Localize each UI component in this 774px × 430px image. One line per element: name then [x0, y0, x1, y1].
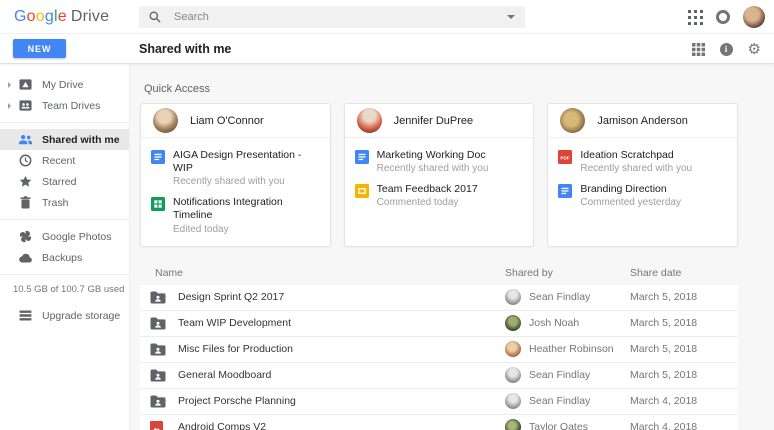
avatar: [153, 108, 178, 133]
google-logo-text: Google: [14, 8, 67, 25]
storage-usage-text: 10.5 GB of 100.7 GB used: [0, 284, 129, 295]
sidebar-item-team-drives[interactable]: Team Drives: [0, 95, 129, 116]
sidebar-item-my-drive[interactable]: My Drive: [0, 74, 129, 95]
sidebar-item-recent[interactable]: Recent: [0, 150, 129, 171]
google-doc-icon: [151, 150, 165, 164]
quick-access-cards: Liam O'Connor AIGA Design Presentation -…: [140, 103, 738, 247]
expand-caret-icon[interactable]: [8, 82, 14, 88]
clock-icon: [18, 154, 33, 167]
sidebar-item-starred[interactable]: Starred: [0, 171, 129, 192]
shared-folder-icon: [150, 316, 166, 330]
sidebar: My Drive Team Drives Shared with me Rece…: [0, 64, 130, 430]
shared-folder-icon: [150, 368, 166, 382]
sidebar-divider: [0, 219, 129, 220]
google-drive-logo: GoogleDrive: [14, 8, 109, 26]
sidebar-item-shared-with-me[interactable]: Shared with me: [0, 129, 129, 150]
card-person-header: Liam O'Connor: [141, 104, 330, 138]
quick-access-card[interactable]: Jamison Anderson PDF Ideation Scratchpad…: [547, 103, 738, 247]
file-table: Name Shared by Share date Design Sprint …: [140, 262, 738, 430]
search-input[interactable]: [174, 11, 507, 23]
sidebar-item-trash[interactable]: Trash: [0, 192, 129, 213]
avatar: [505, 289, 521, 305]
avatar: [505, 393, 521, 409]
table-header: Name Shared by Share date: [140, 262, 738, 285]
trash-icon: [18, 196, 33, 209]
main-content: Quick Access Liam O'Connor AIGA Design P…: [130, 64, 774, 430]
star-icon: [18, 175, 33, 188]
quick-access-card[interactable]: Jennifer DuPree Marketing Working Doc Re…: [344, 103, 535, 247]
search-bar[interactable]: [139, 6, 525, 28]
info-icon[interactable]: i: [720, 43, 733, 56]
sidebar-item-backups[interactable]: Backups: [0, 247, 129, 268]
card-file-item[interactable]: Branding Direction Commented yesterday: [548, 178, 737, 212]
shared-folder-icon: [150, 290, 166, 304]
page-header: NEW Shared with me i ⚙: [0, 34, 774, 64]
sidebar-item-upgrade-storage[interactable]: Upgrade storage: [0, 305, 129, 326]
avatar: [505, 341, 521, 357]
card-file-item[interactable]: Team Feedback 2017 Commented today: [345, 178, 534, 212]
table-row[interactable]: Design Sprint Q2 2017 Sean Findlay March…: [140, 285, 738, 311]
google-doc-icon: [558, 184, 572, 198]
drive-logo-text: Drive: [71, 8, 109, 25]
column-header-shared-by[interactable]: Shared by: [505, 267, 630, 279]
quick-access-card[interactable]: Liam O'Connor AIGA Design Presentation -…: [140, 103, 331, 247]
avatar: [357, 108, 382, 133]
card-person-header: Jennifer DuPree: [345, 104, 534, 138]
table-row[interactable]: Project Porsche Planning Sean Findlay Ma…: [140, 389, 738, 415]
avatar: [560, 108, 585, 133]
sidebar-divider: [0, 122, 129, 123]
shared-with-me-icon: [18, 134, 33, 145]
new-button[interactable]: NEW: [13, 39, 66, 58]
apps-grid-icon[interactable]: [688, 10, 703, 25]
card-file-item[interactable]: AIGA Design Presentation - WIP Recently …: [141, 144, 330, 191]
avatar: [505, 419, 521, 430]
search-options-caret-icon[interactable]: [507, 15, 515, 23]
photos-pinwheel-icon: [18, 230, 33, 243]
sidebar-item-google-photos[interactable]: Google Photos: [0, 226, 129, 247]
shared-folder-icon: [150, 394, 166, 408]
card-file-item[interactable]: Notifications Integration Timeline Edite…: [141, 191, 330, 238]
settings-gear-icon[interactable]: ⚙: [748, 42, 761, 57]
team-drives-icon: [18, 99, 33, 112]
column-header-share-date[interactable]: Share date: [630, 267, 738, 279]
table-row[interactable]: Team WIP Development Josh Noah March 5, …: [140, 311, 738, 337]
card-file-item[interactable]: Marketing Working Doc Recently shared wi…: [345, 144, 534, 178]
google-slide-icon: [355, 184, 369, 198]
table-row[interactable]: General Moodboard Sean Findlay March 5, …: [140, 363, 738, 389]
notifications-icon[interactable]: [716, 10, 730, 24]
column-header-name[interactable]: Name: [140, 267, 505, 279]
table-row[interactable]: Android Comps V2 Taylor Oates March 4, 2…: [140, 415, 738, 430]
account-avatar[interactable]: [743, 6, 765, 28]
card-person-header: Jamison Anderson: [548, 104, 737, 138]
google-doc-icon: [355, 150, 369, 164]
top-bar: GoogleDrive: [0, 0, 774, 34]
cloud-icon: [18, 253, 33, 263]
svg-text:PDF: PDF: [561, 156, 570, 161]
storage-icon: [18, 310, 33, 321]
avatar: [505, 315, 521, 331]
grid-view-icon[interactable]: [692, 43, 705, 56]
sidebar-divider: [0, 274, 129, 275]
avatar: [505, 367, 521, 383]
image-file-icon: [150, 420, 166, 430]
google-sheet-icon: [151, 197, 165, 211]
quick-access-title: Quick Access: [144, 83, 774, 95]
expand-caret-icon[interactable]: [8, 103, 14, 109]
card-file-item[interactable]: PDF Ideation Scratchpad Recently shared …: [548, 144, 737, 178]
my-drive-icon: [18, 78, 33, 91]
table-row[interactable]: Misc Files for Production Heather Robins…: [140, 337, 738, 363]
search-icon: [149, 11, 161, 23]
shared-folder-icon: [150, 342, 166, 356]
page-title: Shared with me: [139, 42, 231, 56]
pdf-icon: PDF: [558, 150, 572, 164]
